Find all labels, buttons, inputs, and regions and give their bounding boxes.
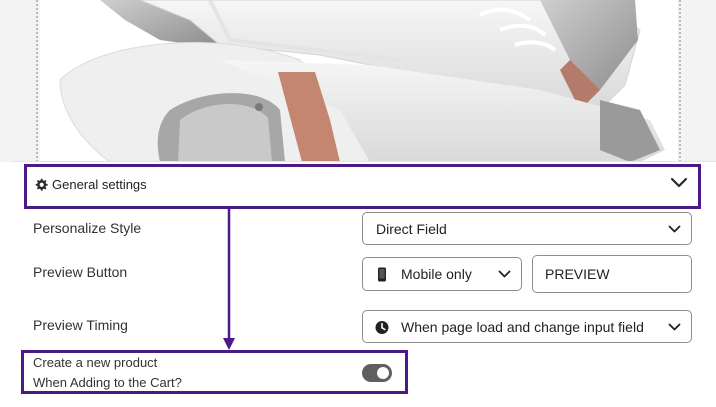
preview-button-label: Preview Button: [33, 264, 128, 280]
preview-device-value: Mobile only: [401, 266, 472, 282]
create-product-toggle[interactable]: [362, 364, 392, 382]
create-product-option: Create a new product When Adding to the …: [21, 350, 408, 394]
personalize-style-value: Direct Field: [376, 221, 447, 237]
preview-timing-select[interactable]: When page load and change input field: [362, 310, 692, 343]
create-product-label-line2: When Adding to the Cart?: [33, 375, 182, 390]
dotted-guide-left: [36, 0, 38, 162]
personalize-style-select[interactable]: Direct Field: [362, 212, 692, 245]
chevron-down-icon: [670, 177, 688, 188]
preview-button-text-input[interactable]: [532, 255, 692, 293]
clock-icon: [375, 321, 389, 334]
general-settings-title: General settings: [52, 177, 147, 192]
personalize-style-label: Personalize Style: [33, 220, 142, 236]
dotted-guide-right: [679, 0, 681, 162]
toggle-knob: [377, 367, 389, 379]
create-product-label-line1: Create a new product: [33, 355, 158, 370]
chevron-down-icon: [668, 323, 681, 331]
chevron-down-icon: [668, 225, 681, 233]
product-image: [40, 0, 678, 162]
general-settings-header[interactable]: General settings: [24, 164, 701, 209]
mobile-phone-icon: [378, 267, 386, 282]
preview-device-select[interactable]: Mobile only: [362, 257, 522, 291]
preview-timing-label: Preview Timing: [33, 317, 128, 333]
preview-timing-value: When page load and change input field: [401, 319, 644, 335]
product-image-area: [0, 0, 716, 162]
gear-icon: [35, 178, 48, 191]
chevron-down-icon: [498, 270, 511, 278]
